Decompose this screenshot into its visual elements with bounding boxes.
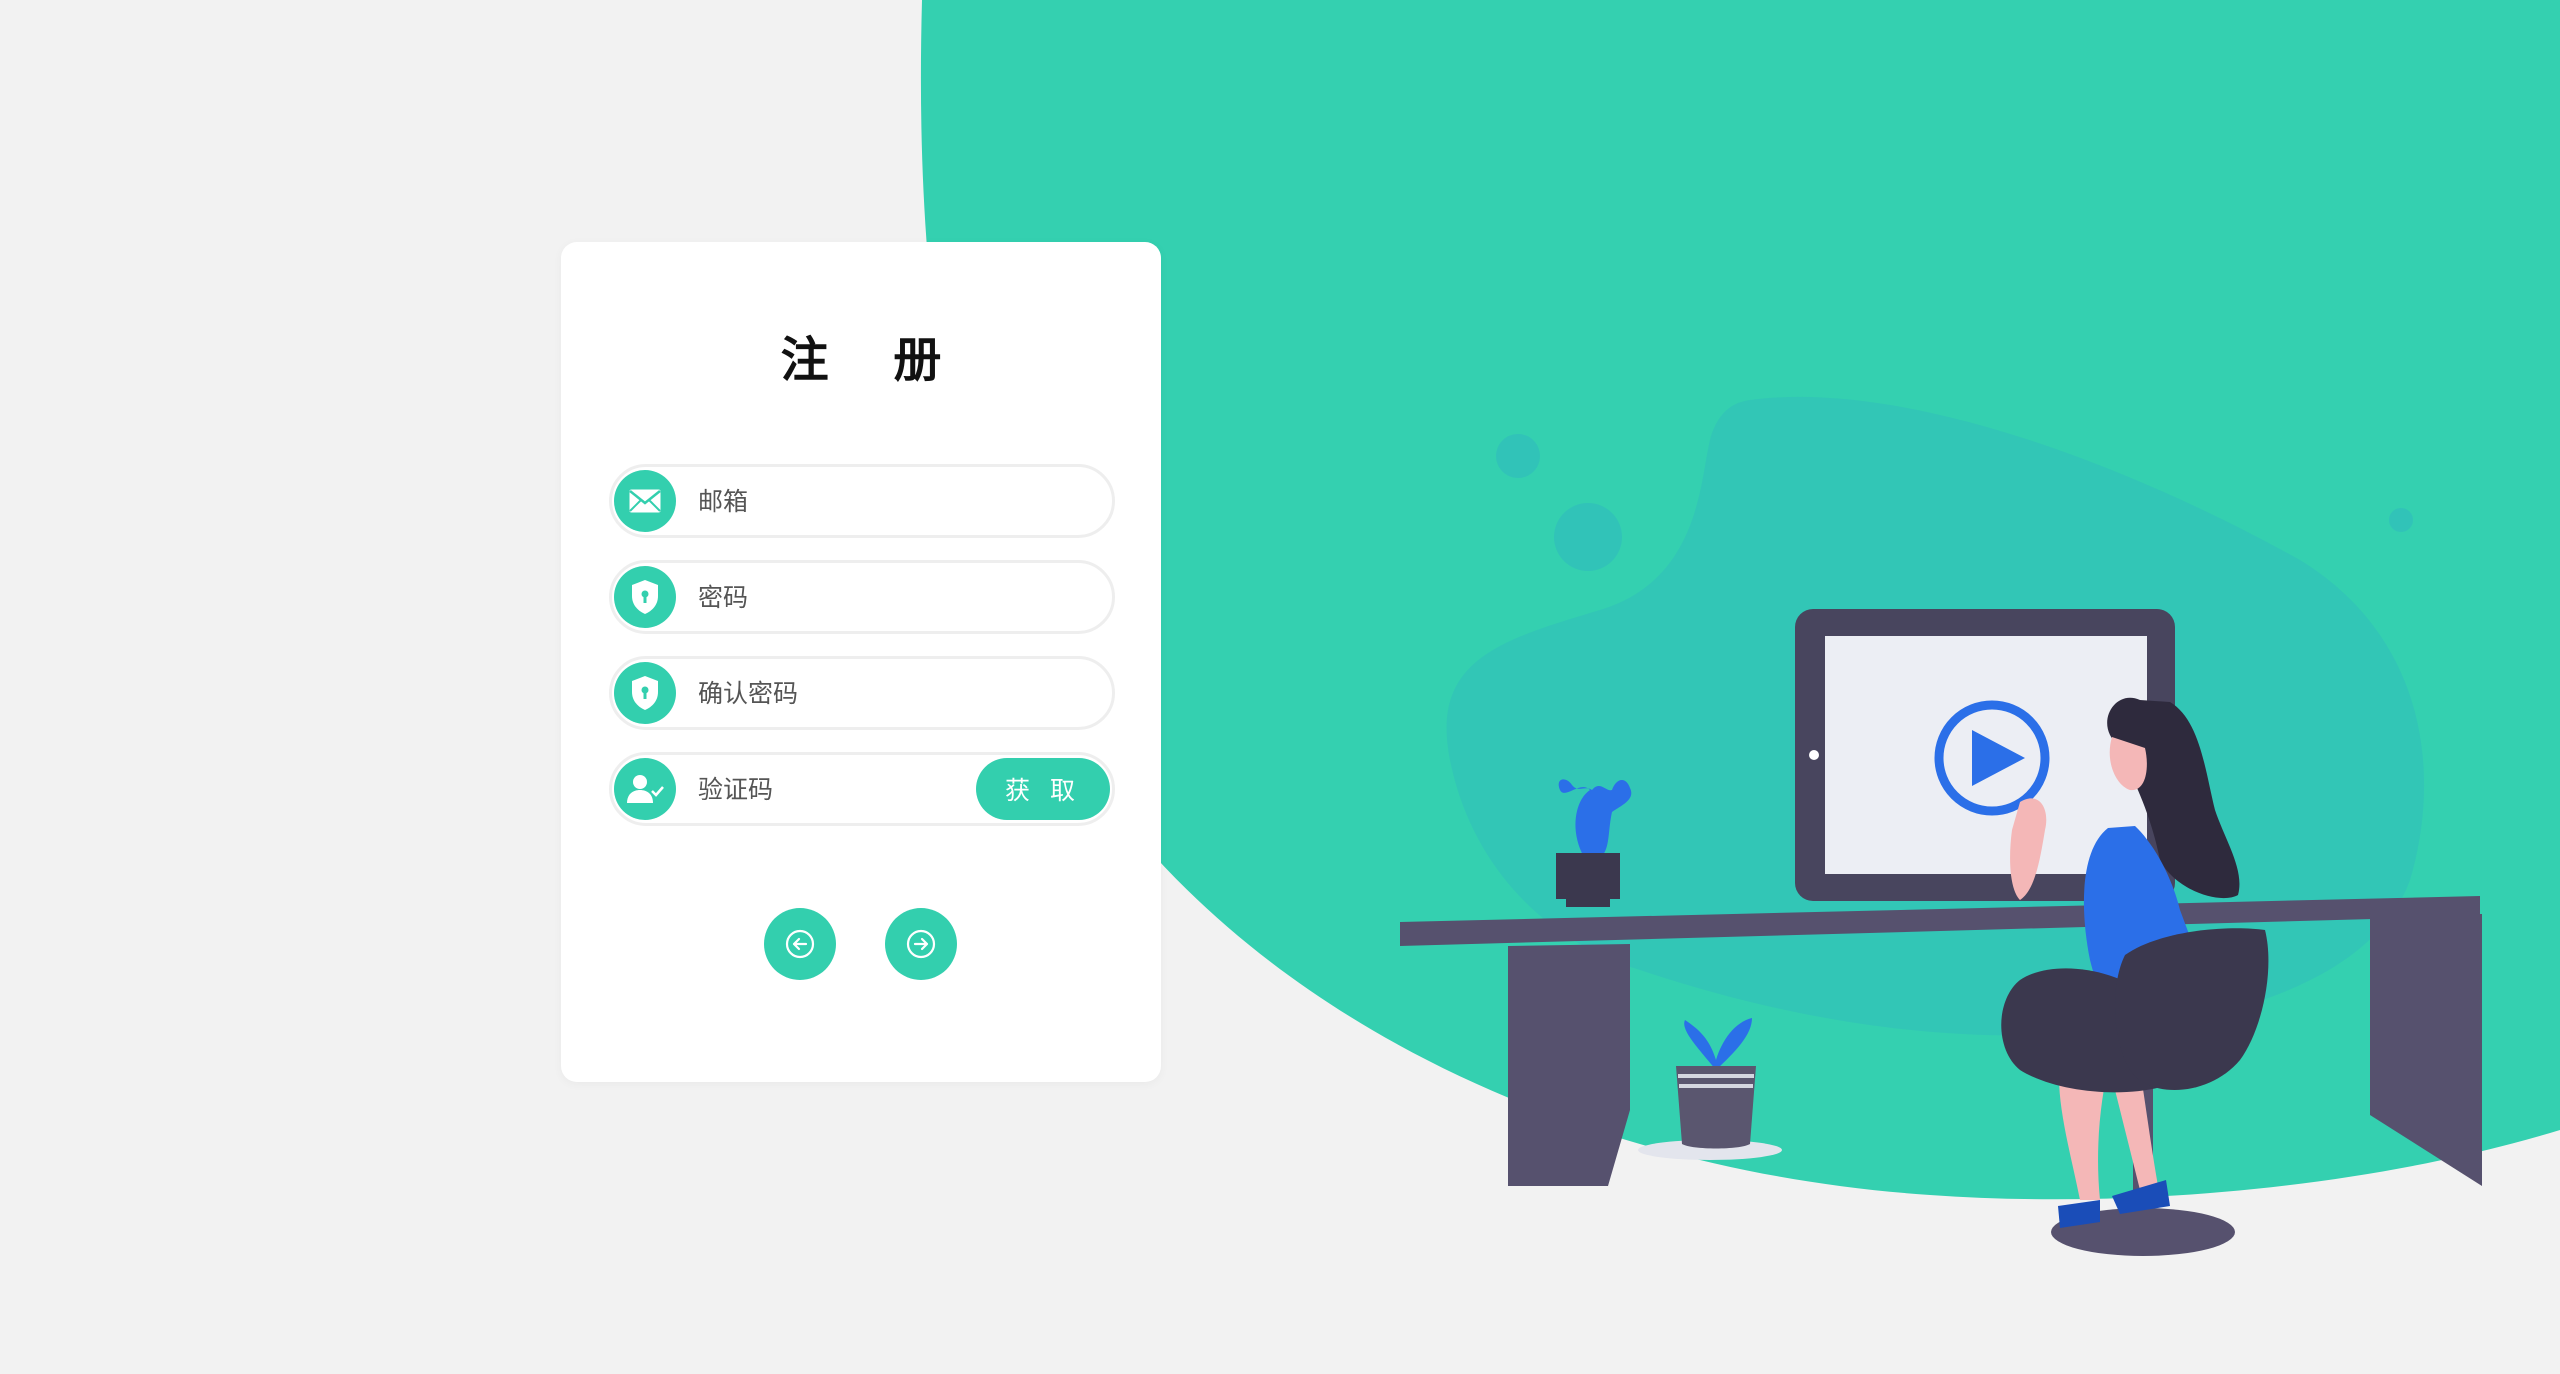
confirm-password-input[interactable] xyxy=(698,659,998,727)
email-field-wrapper xyxy=(609,464,1115,538)
confirm-password-field-wrapper xyxy=(609,656,1115,730)
cactus-pot xyxy=(1556,853,1620,899)
register-page: 注 册 邮箱 验证码 获 取 xyxy=(0,0,2560,1374)
verification-code-input[interactable] xyxy=(698,755,928,823)
desk-left-leg xyxy=(1508,944,1630,1186)
back-button[interactable] xyxy=(764,908,836,980)
password-field-wrapper xyxy=(609,560,1115,634)
floor-plant-pot xyxy=(1676,1066,1756,1149)
floor-plant-pot-stripe xyxy=(1678,1074,1754,1078)
page-title: 注 册 xyxy=(780,332,966,388)
background-illustration xyxy=(920,0,2560,1256)
email-input[interactable] xyxy=(698,467,998,535)
arrow-right-icon xyxy=(906,929,936,959)
envelope-icon xyxy=(614,470,676,532)
monitor-button xyxy=(1809,750,1819,760)
next-button[interactable] xyxy=(885,908,957,980)
get-code-button[interactable]: 获 取 xyxy=(976,758,1110,820)
user-check-icon xyxy=(614,758,676,820)
verification-code-field-wrapper: 获 取 xyxy=(609,752,1115,826)
floating-bubble xyxy=(1496,434,1540,478)
floating-bubble xyxy=(1554,503,1622,571)
floor-plant-pot-stripe xyxy=(1679,1084,1753,1088)
cactus-pot-base xyxy=(1566,899,1610,907)
arrow-left-icon xyxy=(785,929,815,959)
shield-lock-icon xyxy=(614,566,676,628)
floating-bubble xyxy=(2389,508,2413,532)
register-card: 注 册 邮箱 验证码 获 取 xyxy=(561,242,1161,1082)
shield-lock-icon xyxy=(614,662,676,724)
password-input[interactable] xyxy=(698,563,998,631)
